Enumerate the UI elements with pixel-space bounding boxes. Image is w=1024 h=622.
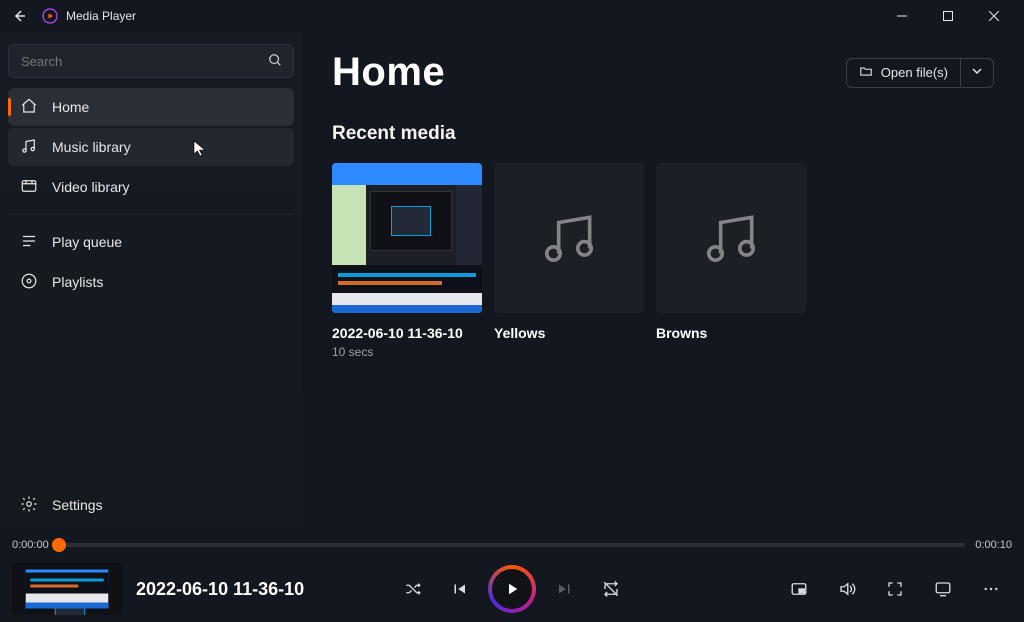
- gear-icon: [20, 495, 38, 516]
- section-recent-media-title: Recent media: [332, 123, 994, 145]
- search-icon: [268, 53, 282, 72]
- shuffle-icon: [404, 580, 422, 598]
- more-button[interactable]: [976, 574, 1006, 604]
- next-button[interactable]: [550, 574, 580, 604]
- music-note-icon: [538, 207, 600, 269]
- speaker-icon: [838, 580, 856, 598]
- more-horizontal-icon: [982, 580, 1000, 598]
- media-thumbnail: [494, 163, 644, 313]
- media-card[interactable]: 2022-06-10 11-36-10 10 secs: [332, 163, 482, 359]
- repeat-button[interactable]: [596, 574, 626, 604]
- cast-button[interactable]: [928, 574, 958, 604]
- shuffle-button[interactable]: [398, 574, 428, 604]
- main-content: Home Open file(s) Recent media: [302, 32, 1024, 530]
- open-file-button[interactable]: Open file(s): [847, 59, 961, 86]
- settings-label: Settings: [52, 497, 103, 513]
- music-note-icon: [700, 207, 762, 269]
- recent-media-list: 2022-06-10 11-36-10 10 secs Yellows Brow…: [332, 163, 994, 359]
- time-elapsed: 0:00:00: [12, 539, 49, 551]
- window-controls: [880, 0, 1016, 32]
- video-thumbnail-art: [26, 570, 109, 609]
- skip-previous-icon: [450, 580, 468, 598]
- media-player-logo-icon: [42, 8, 58, 24]
- seek-knob: [52, 538, 66, 552]
- open-file-dropdown[interactable]: [961, 59, 993, 87]
- video-library-icon: [20, 177, 38, 198]
- open-file-split-button: Open file(s): [846, 58, 994, 88]
- volume-button[interactable]: [832, 574, 862, 604]
- sidebar-item-video-library[interactable]: Video library: [8, 168, 294, 206]
- seek-slider[interactable]: [59, 543, 966, 547]
- titlebar: Media Player: [0, 0, 1024, 32]
- sidebar-separator: [8, 214, 294, 215]
- fullscreen-icon: [886, 580, 904, 598]
- minimize-button[interactable]: [880, 0, 924, 32]
- window-title: Media Player: [66, 9, 136, 23]
- now-playing-title: 2022-06-10 11-36-10: [136, 579, 304, 600]
- playlists-icon: [20, 272, 38, 293]
- page-title: Home: [332, 50, 445, 95]
- sidebar-item-label: Home: [52, 99, 89, 115]
- now-playing-bar: 2022-06-10 11-36-10: [0, 560, 1024, 622]
- sidebar-item-music-library[interactable]: Music library: [8, 128, 294, 166]
- sidebar-item-playlists[interactable]: Playlists: [8, 263, 294, 301]
- media-card-title: 2022-06-10 11-36-10: [332, 325, 482, 341]
- media-player-app: Media Player Home M: [0, 0, 1024, 622]
- search-field-wrap: [8, 44, 294, 78]
- media-card[interactable]: Browns: [656, 163, 806, 359]
- mini-player-button[interactable]: [784, 574, 814, 604]
- folder-icon: [859, 64, 873, 81]
- sidebar-item-label: Play queue: [52, 234, 122, 250]
- sidebar-item-play-queue[interactable]: Play queue: [8, 223, 294, 261]
- sidebar-item-label: Playlists: [52, 274, 103, 290]
- maximize-button[interactable]: [926, 0, 970, 32]
- cast-icon: [934, 580, 952, 598]
- sidebar-item-label: Music library: [52, 139, 131, 155]
- media-card-subtitle: 10 secs: [332, 345, 482, 359]
- back-button[interactable]: [8, 4, 32, 28]
- sidebar-item-settings[interactable]: Settings: [8, 486, 294, 524]
- media-card-title: Browns: [656, 325, 806, 341]
- home-icon: [20, 97, 38, 118]
- skip-next-icon: [556, 580, 574, 598]
- media-thumbnail: [332, 163, 482, 313]
- play-button[interactable]: [490, 567, 534, 611]
- chevron-down-icon: [971, 64, 983, 81]
- open-file-label: Open file(s): [881, 65, 948, 80]
- media-card[interactable]: Yellows: [494, 163, 644, 359]
- media-card-title: Yellows: [494, 325, 644, 341]
- queue-icon: [20, 232, 38, 253]
- previous-button[interactable]: [444, 574, 474, 604]
- app-body: Home Music library Video library Play qu…: [0, 32, 1024, 530]
- playback-controls: [398, 567, 626, 611]
- sidebar: Home Music library Video library Play qu…: [0, 32, 302, 530]
- media-thumbnail: [656, 163, 806, 313]
- time-duration: 0:00:10: [975, 539, 1012, 551]
- secondary-controls: [784, 574, 1012, 604]
- mini-player-icon: [790, 580, 808, 598]
- seek-row: 0:00:00 0:00:10: [0, 530, 1024, 560]
- video-thumbnail-art: [332, 163, 482, 313]
- repeat-off-icon: [602, 580, 620, 598]
- close-button[interactable]: [972, 0, 1016, 32]
- music-library-icon: [20, 137, 38, 158]
- sidebar-item-label: Video library: [52, 179, 130, 195]
- main-header: Home Open file(s): [332, 50, 994, 95]
- play-icon: [503, 580, 521, 598]
- sidebar-item-home[interactable]: Home: [8, 88, 294, 126]
- fullscreen-button[interactable]: [880, 574, 910, 604]
- sidebar-nav: Home Music library Video library Play qu…: [8, 88, 294, 301]
- now-playing-thumbnail[interactable]: [12, 563, 122, 615]
- arrow-left-icon: [12, 8, 28, 24]
- search-input[interactable]: [8, 44, 294, 78]
